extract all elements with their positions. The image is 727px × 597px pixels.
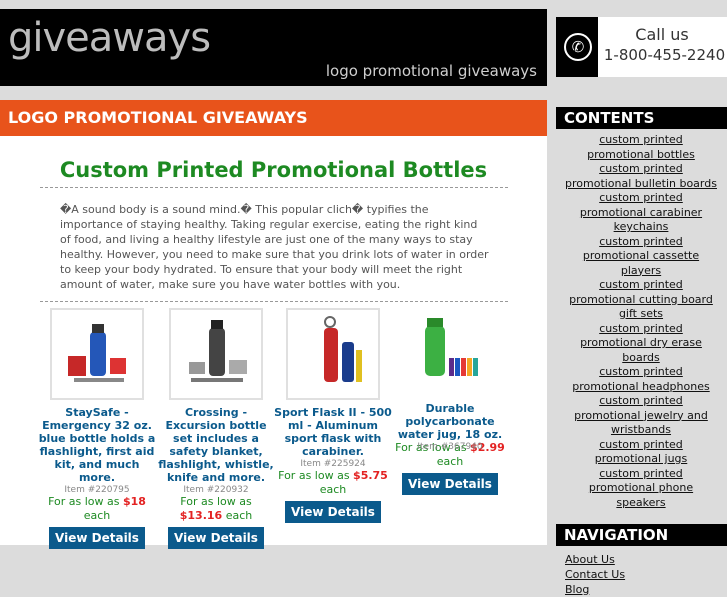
contents-heading: CONTENTS (556, 107, 727, 129)
price-unit: each (436, 455, 464, 468)
product-name[interactable]: Crossing - Excursion bottle set includes… (157, 406, 275, 484)
contents-link[interactable]: custom printed promotional jugs (565, 438, 717, 467)
view-details-button[interactable]: View Details (168, 527, 264, 549)
call-label: Call us (635, 25, 689, 44)
contents-link[interactable]: custom printed promotional jewelry and w… (565, 394, 717, 438)
product-card: Crossing - Excursion bottle set includes… (157, 308, 275, 549)
sidebar: CONTENTS custom printed promotional bott… (556, 107, 727, 597)
product-image[interactable] (50, 308, 144, 400)
contents-link[interactable]: custom printed promotional headphones (565, 365, 717, 394)
phone-icon: ✆ (556, 17, 598, 77)
phone-number: 1-800-455-2240 (603, 46, 726, 64)
contents-link[interactable]: custom printed promotional bottles (565, 133, 717, 162)
contents-link[interactable]: custom printed promotional bulletin boar… (565, 162, 717, 191)
site-tagline: logo promotional giveaways (325, 62, 537, 80)
view-details-button[interactable]: View Details (402, 473, 498, 495)
contents-link[interactable]: custom printed promotional cassette play… (565, 235, 717, 279)
product-name[interactable]: StaySafe - Emergency 32 oz. blue bottle … (38, 406, 156, 484)
product-image[interactable] (286, 308, 380, 400)
section-bar-title: LOGO PROMOTIONAL GIVEAWAYS (8, 108, 308, 127)
item-number: Item #367940 (417, 442, 483, 452)
page-title: Custom Printed Promotional Bottles (59, 158, 488, 182)
price-label: For as low as (180, 495, 252, 508)
price-unit: each (319, 483, 347, 496)
contents-link[interactable]: custom printed promotional carabiner key… (565, 191, 717, 235)
divider (40, 301, 508, 302)
product-card: StaySafe - Emergency 32 oz. blue bottle … (38, 308, 156, 549)
nav-link-blog[interactable]: Blog (565, 582, 727, 597)
divider (40, 187, 508, 188)
contents-link[interactable]: custom printed promotional phone speaker… (565, 467, 717, 511)
nav-link-contact[interactable]: Contact Us (565, 567, 727, 582)
price: $13.16 (179, 509, 223, 522)
site-logo[interactable]: giveaways (8, 15, 211, 61)
product-name[interactable]: Sport Flask II - 500 ml - Aluminum sport… (274, 406, 392, 458)
item-number: Item #220932 (183, 485, 249, 495)
navigation-list: About Us Contact Us Blog (556, 546, 727, 597)
price-unit: each (225, 509, 253, 522)
price-label: For as low as (48, 495, 120, 508)
view-details-button[interactable]: View Details (49, 527, 145, 549)
nav-link-about[interactable]: About Us (565, 552, 727, 567)
intro-text: �A sound body is a sound mind.� This pop… (60, 203, 489, 291)
price-label: For as low as (278, 469, 350, 482)
product-image[interactable] (405, 308, 495, 396)
view-details-button[interactable]: View Details (285, 501, 381, 523)
price: $18 (122, 495, 146, 508)
section-bar: LOGO PROMOTIONAL GIVEAWAYS (0, 100, 547, 136)
item-number: Item #225924 (300, 459, 366, 469)
price: $5.75 (353, 469, 388, 482)
product-card: Durable polycarbonate water jug, 18 oz. … (391, 308, 509, 495)
price-unit: each (83, 509, 111, 522)
contents-link[interactable]: custom printed promotional dry erase boa… (565, 322, 717, 366)
call-box: ✆ Call us 1-800-455-2240 (556, 17, 727, 77)
navigation-heading: NAVIGATION (556, 524, 727, 546)
product-image[interactable] (169, 308, 263, 400)
main-content: Custom Printed Promotional Bottles �A so… (0, 136, 547, 549)
product-card: Sport Flask II - 500 ml - Aluminum sport… (274, 308, 392, 523)
contents-link[interactable]: custom printed promotional cutting board… (565, 278, 717, 322)
product-name[interactable]: Durable polycarbonate water jug, 18 oz. (391, 402, 509, 441)
site-header: giveaways logo promotional giveaways (0, 9, 547, 86)
item-number: Item #220795 (64, 485, 130, 495)
contents-list: custom printed promotional bottles custo… (556, 129, 727, 510)
